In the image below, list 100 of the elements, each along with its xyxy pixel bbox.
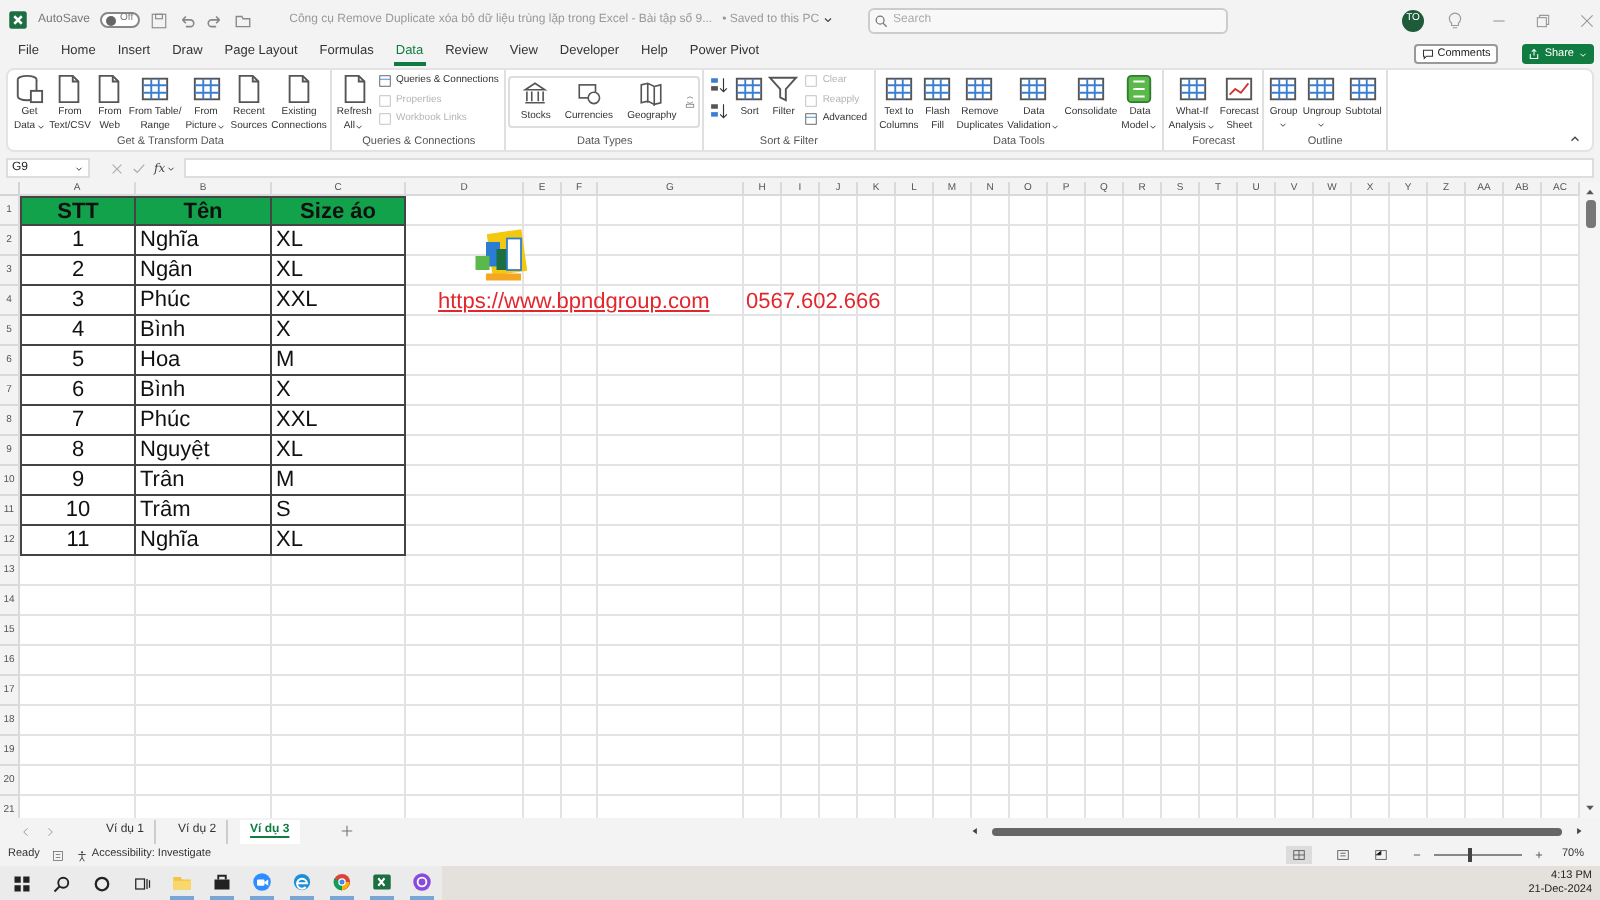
- windows-icon[interactable]: [12, 873, 32, 893]
- table-cell: 10: [20, 496, 136, 526]
- table-cell: Hoa: [136, 346, 272, 376]
- table-cell: Nghĩa: [136, 226, 272, 256]
- page-layout-icon[interactable]: [1335, 848, 1350, 862]
- normal-view-button[interactable]: [1285, 846, 1312, 864]
- table-cell: Nghĩa: [136, 526, 272, 556]
- search-icon[interactable]: [52, 873, 72, 893]
- scroll-right-icon[interactable]: [1574, 826, 1584, 836]
- task-view-icon[interactable]: [132, 873, 152, 893]
- scroll-up-icon: [1584, 186, 1596, 198]
- redo-icon[interactable]: [205, 11, 224, 29]
- lightbulb-icon[interactable]: [1446, 11, 1464, 29]
- table-cell: Phúc: [136, 406, 272, 436]
- table-cell: Trân: [136, 466, 272, 496]
- zoom-in-icon[interactable]: [1533, 850, 1544, 860]
- map-icon: [638, 79, 665, 106]
- sort-descending-icon[interactable]: [710, 102, 729, 120]
- macro-icon[interactable]: [51, 849, 64, 861]
- table-cell: M: [272, 346, 406, 376]
- enter-icon[interactable]: [132, 161, 146, 175]
- add-sheet-icon[interactable]: [339, 824, 354, 838]
- column-heading: STT: [20, 196, 136, 226]
- grid-icon: [1291, 848, 1306, 862]
- column-heading: Size áo: [272, 196, 406, 226]
- table-cell: XL: [272, 226, 406, 256]
- zoom-out-icon[interactable]: [1411, 850, 1422, 860]
- filter-icon: [768, 74, 799, 104]
- table-cell: M: [272, 466, 406, 496]
- save-icon[interactable]: [149, 11, 168, 29]
- table-icon: [734, 74, 765, 104]
- table-cell: XL: [272, 526, 406, 556]
- table-cell: 7: [20, 406, 136, 436]
- table-cell: X: [272, 376, 406, 406]
- table-cell: 1: [20, 226, 136, 256]
- table-icon: [1177, 74, 1208, 104]
- table-icon: [1306, 74, 1337, 104]
- comment-icon: [1421, 48, 1434, 60]
- close-icon[interactable]: [1578, 11, 1596, 29]
- scrollbar-thumb[interactable]: [1585, 200, 1595, 228]
- browser-icon[interactable]: [332, 871, 352, 891]
- shopping-bag-icon[interactable]: [212, 871, 232, 891]
- link[interactable]: https://www.bpndgroup.com: [438, 288, 710, 316]
- table-icon: [922, 74, 953, 104]
- undo-icon[interactable]: [177, 11, 196, 29]
- table-icon: [191, 74, 221, 104]
- table-cell: Ngân: [136, 256, 272, 286]
- table-cell: Trâm: [136, 496, 272, 526]
- page-break-icon[interactable]: [1373, 848, 1388, 862]
- table-cell: 9: [20, 466, 136, 496]
- table-icon: [1348, 74, 1379, 104]
- vertical-scrollbar[interactable]: [1580, 182, 1600, 818]
- table-icon: [1018, 74, 1049, 104]
- browser-icon[interactable]: [292, 871, 312, 891]
- table-cell: Bình: [136, 316, 272, 346]
- caret-icon: [74, 163, 84, 173]
- coins-icon: [575, 79, 602, 106]
- zoom-slider-thumb[interactable]: [1467, 848, 1472, 862]
- table-cell: Phúc: [136, 286, 272, 316]
- folder-icon[interactable]: [233, 11, 252, 29]
- circle-app-icon[interactable]: [412, 871, 432, 891]
- horizontal-scrollbar-thumb[interactable]: [992, 827, 1562, 835]
- table-cell: 11: [20, 526, 136, 556]
- circle-icon[interactable]: [92, 873, 112, 893]
- caret-icon: [821, 14, 834, 26]
- table-cell: S: [272, 496, 406, 526]
- table-icon: [883, 74, 914, 104]
- spreadsheet-app-icon[interactable]: [372, 871, 392, 891]
- column-heading: Tên: [136, 196, 272, 226]
- video-camera-icon[interactable]: [252, 871, 272, 891]
- collapse-ribbon-icon[interactable]: [1568, 132, 1582, 146]
- table-cell: 5: [20, 346, 136, 376]
- table-icon: [1075, 74, 1106, 104]
- table-cell: XL: [272, 256, 406, 286]
- restore-icon[interactable]: [1534, 11, 1552, 29]
- sort-ascending-icon[interactable]: [710, 76, 729, 94]
- table-icon: [964, 74, 995, 104]
- database-icon: [14, 74, 45, 104]
- table-cell: 3: [20, 286, 136, 316]
- table-cell: 6: [20, 376, 136, 406]
- bank-icon: [522, 79, 549, 106]
- search-icon: [873, 13, 888, 27]
- scroll-down-icon: [1584, 802, 1596, 814]
- scroll-left-icon[interactable]: [970, 826, 980, 836]
- cube-icon: [1124, 74, 1155, 104]
- spreadsheet-app-icon: [8, 10, 28, 30]
- table-icon: [1268, 74, 1299, 104]
- accessibility-icon: [75, 849, 88, 861]
- cancel-icon[interactable]: [110, 161, 124, 175]
- table-cell: XXL: [272, 286, 406, 316]
- caret-icon: [165, 163, 176, 173]
- phone-number: 0567.602.666: [746, 288, 881, 316]
- formula-input-field[interactable]: [183, 158, 1594, 178]
- caret-icon: [1578, 49, 1588, 59]
- table-cell: XXL: [272, 406, 406, 436]
- table-cell: 8: [20, 436, 136, 466]
- table-cell: X: [272, 316, 406, 346]
- table-icon: [140, 74, 171, 104]
- table-cell: 4: [20, 316, 136, 346]
- table-cell: XL: [272, 436, 406, 466]
